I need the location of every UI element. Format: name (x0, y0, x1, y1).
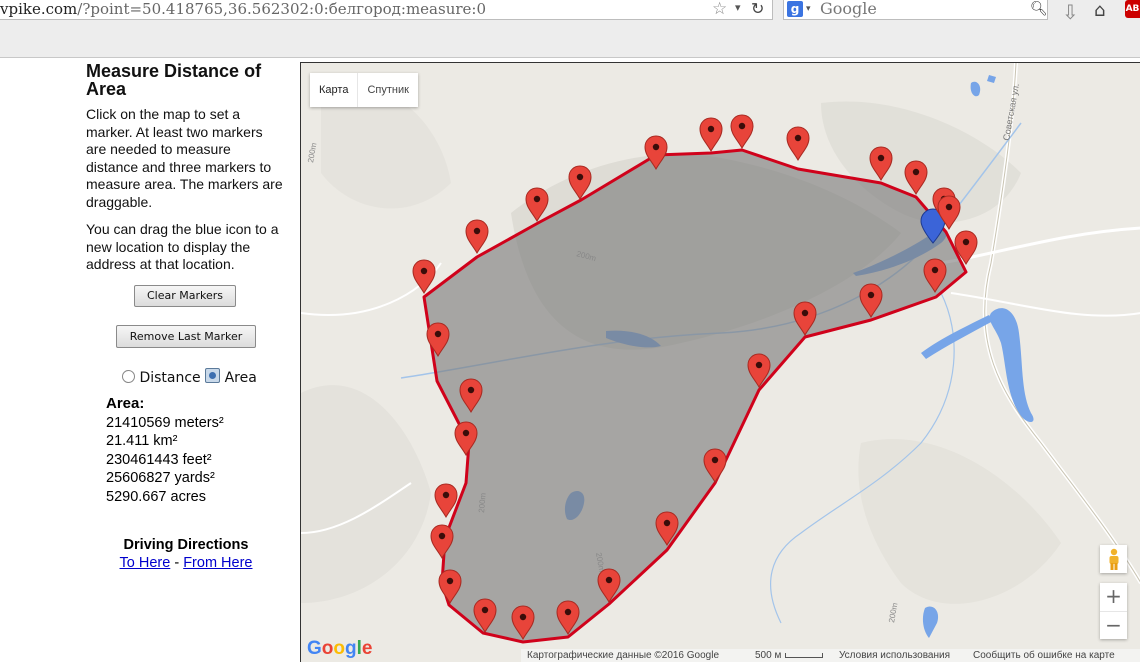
to-here-link[interactable]: To Here (120, 555, 171, 571)
area-results: Area: 21410569 meters² 21.411 km² 230461… (106, 395, 224, 507)
mode-selector: Distance Area (122, 368, 257, 386)
browser-toolbar: vpike.com/?point=50.418765,36.562302:0:б… (0, 0, 1140, 58)
area-radio[interactable] (205, 368, 221, 383)
google-engine-icon[interactable]: g (787, 1, 803, 17)
zoom-out-button[interactable]: − (1100, 611, 1127, 640)
map-marker[interactable] (786, 126, 810, 161)
driving-directions: Driving Directions To Here - From Here (86, 536, 286, 572)
street-view-pegman-icon[interactable] (1100, 545, 1127, 573)
map-scale: 500 м (755, 649, 824, 662)
drag-note-text: You can drag the blue icon to a new loca… (86, 221, 279, 272)
magnifier-icon[interactable]: 🔍︎ (1030, 1, 1048, 17)
map-scale-label: 500 м (755, 650, 782, 661)
map-type-control: Карта Спутник (310, 73, 418, 107)
instructions-text: Click on the map to set a marker. At lea… (86, 106, 283, 210)
map-type-map-button[interactable]: Карта (310, 73, 357, 107)
street-label: Советская ул. (1001, 83, 1021, 142)
link-separator: - (170, 555, 184, 571)
url-host: vpike.com (0, 0, 78, 18)
engine-dropdown-icon[interactable]: ▾ (806, 4, 811, 14)
area-acres: 5290.667 acres (106, 488, 206, 505)
report-error-link[interactable]: Сообщить об ошибке на карте (973, 649, 1115, 662)
area-km: 21.411 km² (106, 433, 178, 450)
home-icon[interactable]: ⌂ (1094, 0, 1105, 21)
address-bar[interactable]: vpike.com/?point=50.418765,36.562302:0:б… (0, 0, 773, 20)
remove-last-marker-button[interactable]: Remove Last Marker (116, 325, 256, 348)
map-footer: Картографические данные ©2016 Google 500… (521, 649, 1140, 662)
area-label[interactable]: Area (225, 370, 257, 386)
download-icon[interactable]: ⇩ (1062, 0, 1079, 24)
zoom-control: + − (1100, 583, 1127, 639)
reload-icon[interactable]: ↻ (751, 0, 764, 18)
area-polygon[interactable] (422, 148, 968, 644)
map-marker[interactable] (465, 219, 489, 254)
terms-link[interactable]: Условия использования (839, 649, 950, 662)
map-marker[interactable] (730, 114, 754, 149)
contour-label: 200m (306, 142, 318, 164)
map-marker[interactable] (699, 117, 723, 152)
sidebar: Measure Distance of Area Click on the ma… (86, 62, 286, 284)
contour-label: 200m (477, 492, 488, 513)
map-canvas[interactable]: 200m 200m 200m 200m 200m Советская ул. К… (300, 62, 1140, 662)
search-input[interactable]: Google (820, 0, 877, 18)
contour-label: 200m (887, 602, 899, 624)
adblock-icon[interactable]: AB (1125, 0, 1140, 18)
distance-label[interactable]: Distance (139, 370, 200, 386)
from-here-link[interactable]: From Here (183, 555, 252, 571)
url-text[interactable]: vpike.com/?point=50.418765,36.562302:0:б… (0, 0, 486, 18)
map-type-satellite-button[interactable]: Спутник (357, 73, 417, 107)
page-title: Measure Distance of Area (86, 61, 262, 99)
google-logo[interactable]: Google (307, 638, 372, 660)
area-feet: 230461443 feet² (106, 451, 212, 468)
url-path: /?point=50.418765,36.562302:0:белгород:m… (77, 0, 486, 18)
area-heading: Area: (106, 395, 145, 412)
clear-markers-button[interactable]: Clear Markers (134, 285, 236, 307)
bookmark-star-icon[interactable]: ☆ (712, 0, 727, 18)
search-bar[interactable]: g ▾ Google 🔍︎ (783, 0, 1048, 20)
scale-bar (785, 653, 824, 658)
zoom-in-button[interactable]: + (1100, 583, 1127, 611)
history-dropdown-icon[interactable]: ▾ (735, 1, 741, 14)
area-yards: 25606827 yards² (106, 470, 215, 487)
map-layer[interactable]: 200m 200m 200m 200m 200m Советская ул. (301, 63, 1140, 662)
map-attribution: Картографические данные ©2016 Google (527, 650, 720, 661)
driving-heading: Driving Directions (123, 537, 249, 553)
distance-radio[interactable] (122, 370, 135, 383)
area-meters: 21410569 meters² (106, 414, 224, 431)
